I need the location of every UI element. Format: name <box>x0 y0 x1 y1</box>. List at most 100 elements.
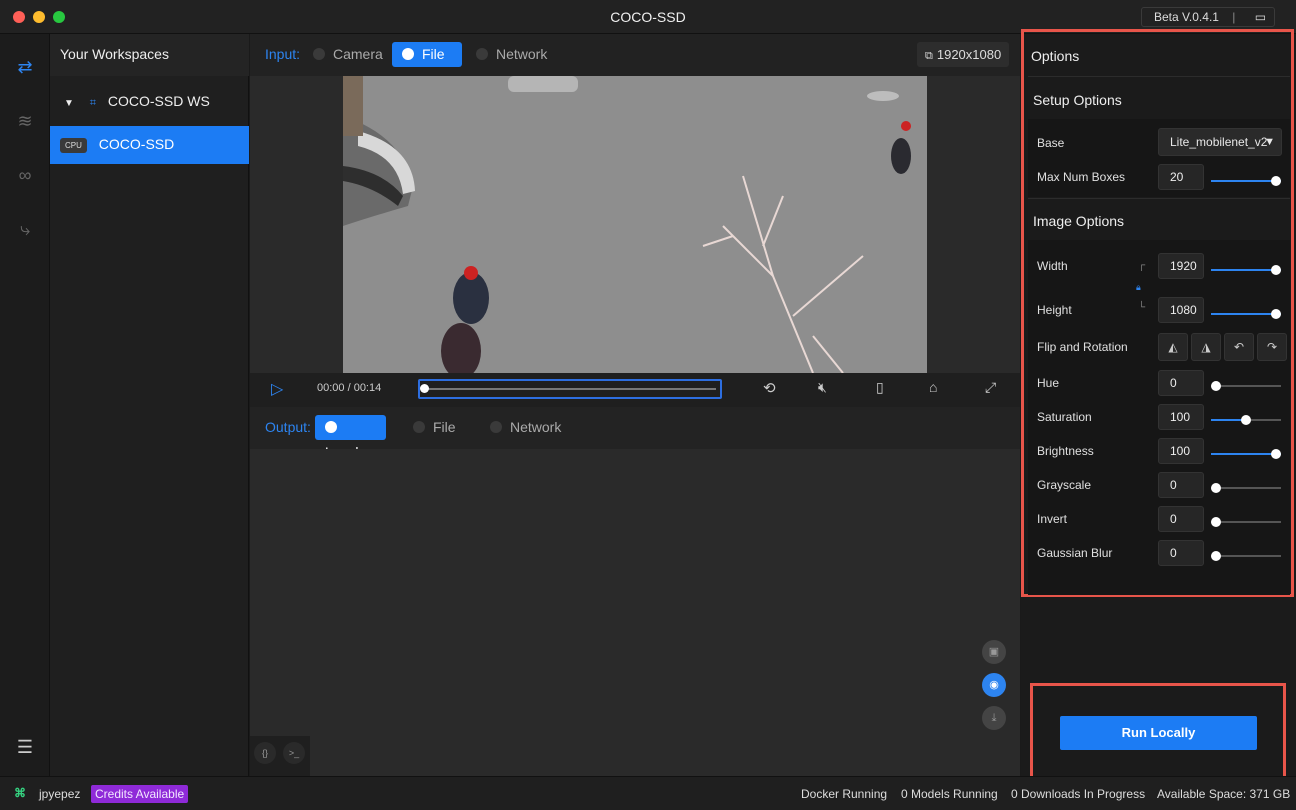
height-label: Height <box>1037 303 1072 317</box>
folder-icon[interactable]: ⌂ <box>929 379 937 395</box>
chevron-down-icon: ▼ <box>1264 136 1275 148</box>
hue-input[interactable]: 0 <box>1158 370 1204 396</box>
file-icon <box>402 48 414 61</box>
model-item[interactable]: CPU COCO-SSD <box>50 126 249 164</box>
slider-knob[interactable] <box>1211 483 1221 493</box>
code-icon[interactable]: {} <box>254 742 276 764</box>
max-boxes-input[interactable]: 20 <box>1158 164 1204 190</box>
saturation-input[interactable]: 100 <box>1158 404 1204 430</box>
hue-slider[interactable] <box>1211 381 1281 391</box>
slider-knob[interactable] <box>1241 415 1251 425</box>
blur-slider[interactable] <box>1211 551 1281 561</box>
run-locally-button[interactable]: Run Locally <box>1060 716 1257 750</box>
download-icon[interactable]: ⤓ <box>982 706 1006 730</box>
base-label: Base <box>1037 136 1065 150</box>
left-nav: ⇄ ≋ ∞ ⤷ ☰ <box>0 34 50 776</box>
timeline-handle[interactable] <box>420 384 429 393</box>
feedback-icon[interactable]: ▭ <box>1255 10 1266 24</box>
slider-knob[interactable] <box>1271 265 1281 275</box>
max-boxes-label: Max Num Boxes <box>1037 170 1126 184</box>
grayscale-slider[interactable] <box>1211 483 1281 493</box>
width-label: Width <box>1037 259 1068 273</box>
options-highlight: Options Setup Options Base Lite_mobilene… <box>1021 29 1294 597</box>
blur-label: Gaussian Blur <box>1037 546 1113 560</box>
layers-icon[interactable]: ≋ <box>14 110 36 132</box>
invert-label: Invert <box>1037 512 1068 526</box>
input-bar: Input: Camera File Network ⧉ 1920x1080 <box>250 34 1020 76</box>
output-area: ▣ ◉ ⤓ {} >_ <box>250 449 1020 776</box>
width-slider[interactable] <box>1211 265 1281 275</box>
resolution-label: 1920x1080 <box>936 47 1002 62</box>
invert-input[interactable]: 0 <box>1158 506 1204 532</box>
models-status: 0 Models Running <box>901 787 998 801</box>
downloads-status: 0 Downloads In Progress <box>1011 787 1146 801</box>
timeline-scrubber[interactable] <box>418 379 722 399</box>
hue-label: Hue <box>1037 376 1060 390</box>
window-title: COCO-SSD <box>610 9 686 25</box>
flip-horizontal-icon[interactable]: ◭ <box>1158 333 1188 361</box>
eye-icon[interactable]: ◉ <box>982 673 1006 697</box>
settings-sliders-icon[interactable]: ☰ <box>14 736 36 758</box>
width-input[interactable]: 1920 <box>1158 253 1204 279</box>
tab-output-local[interactable]: Local <box>315 415 386 460</box>
tab-network[interactable]: Network <box>466 42 557 67</box>
slider-knob[interactable] <box>1271 176 1281 186</box>
play-icon[interactable]: ▷ <box>271 379 283 399</box>
tab-output-file[interactable]: File <box>403 415 466 440</box>
lock-icon[interactable]: 🔒︎ <box>1136 282 1141 293</box>
fullscreen-icon[interactable]: ⤢ <box>985 379 996 396</box>
camera-icon <box>313 48 325 61</box>
slider-knob[interactable] <box>1271 449 1281 459</box>
flip-vertical-icon[interactable]: ◮ <box>1191 333 1221 361</box>
network-icon <box>476 48 488 61</box>
height-slider[interactable] <box>1211 309 1281 319</box>
tab-output-network[interactable]: Network <box>480 415 571 440</box>
slider-knob[interactable] <box>1211 517 1221 527</box>
swap-icon[interactable]: ⇄ <box>14 56 36 78</box>
grayscale-input[interactable]: 0 <box>1158 472 1204 498</box>
saturation-slider[interactable] <box>1211 415 1281 425</box>
resolution-badge: ⧉ 1920x1080 <box>917 42 1009 67</box>
link-icon[interactable]: ∞ <box>14 164 36 186</box>
local-icon <box>325 421 337 434</box>
flip-rotation-label: Flip and Rotation <box>1037 340 1128 354</box>
link-corner-icon: └ <box>1138 302 1146 313</box>
slider-knob[interactable] <box>1211 551 1221 561</box>
rotate-right-icon[interactable]: ↷ <box>1257 333 1287 361</box>
options-title: Options <box>1031 48 1080 64</box>
main-panel: Input: Camera File Network ⧉ 1920x1080 ▷… <box>250 34 1020 776</box>
mute-icon[interactable]: 🔇︎ <box>818 379 827 396</box>
base-select[interactable]: Lite_mobilenet_v2 ▼ <box>1158 128 1282 156</box>
file-open-icon[interactable]: ▯ <box>876 379 884 396</box>
credits-badge[interactable]: Credits Available <box>91 785 189 803</box>
output-bar: Output: Local File Network <box>250 407 1020 460</box>
model-name: COCO-SSD <box>98 136 175 152</box>
invert-slider[interactable] <box>1211 517 1281 527</box>
blur-input[interactable]: 0 <box>1158 540 1204 566</box>
video-preview <box>250 76 1020 373</box>
slider-knob[interactable] <box>1271 309 1281 319</box>
saturation-label: Saturation <box>1037 410 1092 424</box>
brightness-slider[interactable] <box>1211 449 1281 459</box>
docker-status: Docker Running <box>801 787 888 801</box>
image-icon[interactable]: ▣ <box>982 640 1006 664</box>
tab-file[interactable]: File <box>392 42 462 67</box>
max-boxes-slider[interactable] <box>1211 176 1281 186</box>
tab-camera[interactable]: Camera <box>303 42 393 67</box>
loop-icon[interactable]: ⟲ <box>763 379 776 397</box>
terminal-icon[interactable]: >_ <box>283 742 305 764</box>
route-icon[interactable]: ⤷ <box>14 218 36 240</box>
tab-label: Network <box>496 46 548 62</box>
height-input[interactable]: 1080 <box>1158 297 1204 323</box>
workspace-item[interactable]: ▼ ⌗ COCO-SSD WS <box>50 82 249 120</box>
divider <box>1028 198 1290 199</box>
caret-down-icon: ▼ <box>64 98 74 109</box>
slider-knob[interactable] <box>1211 381 1221 391</box>
tab-label: Network <box>510 419 562 435</box>
brightness-input[interactable]: 100 <box>1158 438 1204 464</box>
workspace-name: COCO-SSD WS <box>107 93 210 109</box>
output-label: Output: <box>265 419 311 435</box>
image-options-title: Image Options <box>1033 213 1125 229</box>
rotate-left-icon[interactable]: ↶ <box>1224 333 1254 361</box>
workspace-icon: ⌗ <box>89 97 96 109</box>
